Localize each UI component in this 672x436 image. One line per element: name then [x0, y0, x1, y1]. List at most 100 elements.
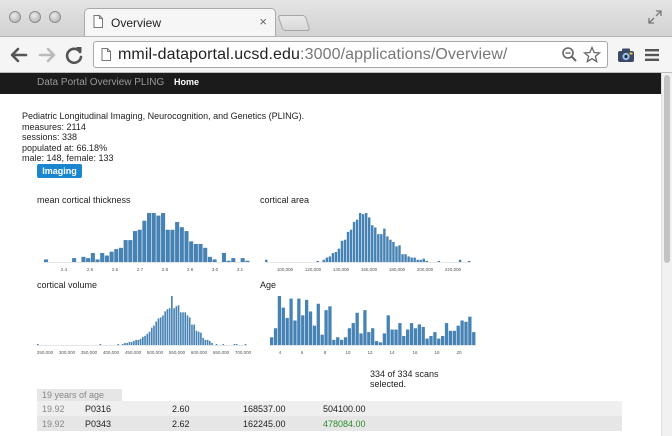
- histogram-bar[interactable]: [433, 332, 437, 345]
- histogram-bar[interactable]: [413, 257, 416, 262]
- histogram-bar[interactable]: [123, 240, 128, 262]
- histogram-bar[interactable]: [198, 243, 203, 262]
- table-row[interactable]: 19.92 P0343 2.62 162245.00 478084.00: [37, 416, 622, 431]
- histogram-bar[interactable]: [189, 241, 194, 262]
- histogram-bar[interactable]: [437, 338, 441, 345]
- histogram-bar[interactable]: [425, 338, 429, 345]
- histogram-bar[interactable]: [328, 256, 332, 262]
- tab-overview[interactable]: Overview ×: [84, 8, 276, 36]
- histogram-bar[interactable]: [157, 318, 160, 345]
- histogram-bar[interactable]: [37, 343, 39, 345]
- histogram-bar[interactable]: [104, 255, 109, 262]
- histogram-bar[interactable]: [343, 337, 348, 345]
- histogram-bar[interactable]: [320, 334, 324, 345]
- histogram-bar[interactable]: [413, 328, 418, 345]
- histogram-bar[interactable]: [202, 337, 204, 345]
- scrollbar-thumb[interactable]: [664, 75, 670, 263]
- histogram-age[interactable]: 4 6 8 10 12 14 16 18 20: [270, 286, 476, 356]
- histogram-bar[interactable]: [456, 325, 460, 345]
- histogram-bar[interactable]: [343, 239, 347, 262]
- histogram-bar[interactable]: [355, 312, 359, 345]
- histogram-bar[interactable]: [468, 316, 472, 345]
- histogram-bar[interactable]: [114, 249, 119, 262]
- histogram-bar[interactable]: [398, 323, 402, 345]
- histogram-bar[interactable]: [137, 229, 142, 262]
- histogram-bar[interactable]: [328, 306, 332, 345]
- histogram-bar[interactable]: [124, 342, 126, 345]
- bookmark-star-icon[interactable]: [582, 45, 602, 64]
- histogram-bar[interactable]: [378, 342, 383, 345]
- histogram-bar[interactable]: [109, 251, 114, 262]
- histogram-bar[interactable]: [421, 326, 425, 345]
- histogram-bar[interactable]: [204, 339, 207, 345]
- histogram-bar[interactable]: [207, 256, 212, 262]
- histogram-bar[interactable]: [332, 339, 336, 345]
- histogram-bar[interactable]: [289, 298, 293, 345]
- histogram-bar[interactable]: [159, 317, 162, 345]
- histogram-bar[interactable]: [155, 321, 158, 345]
- histogram-bar[interactable]: [179, 227, 184, 262]
- histogram-bar[interactable]: [147, 213, 152, 262]
- histogram-bar[interactable]: [368, 217, 371, 262]
- histogram-bar[interactable]: [389, 239, 392, 262]
- histogram-bar[interactable]: [235, 343, 238, 345]
- histogram-bar[interactable]: [304, 299, 309, 345]
- histogram-bar[interactable]: [352, 221, 356, 262]
- histogram-bar[interactable]: [390, 329, 394, 345]
- histogram-bar[interactable]: [270, 337, 274, 345]
- histogram-bar[interactable]: [148, 331, 151, 345]
- histogram-bar[interactable]: [132, 231, 138, 262]
- histogram-bar[interactable]: [173, 308, 175, 345]
- histogram-bar[interactable]: [464, 321, 468, 345]
- histogram-bar[interactable]: [409, 323, 414, 345]
- histogram-bar[interactable]: [100, 252, 105, 262]
- histogram-bar[interactable]: [429, 335, 433, 345]
- histogram-bar[interactable]: [402, 335, 406, 345]
- histogram-bar[interactable]: [277, 296, 282, 345]
- histogram-bar[interactable]: [460, 320, 464, 346]
- histogram-bar[interactable]: [316, 260, 319, 262]
- histogram-bar[interactable]: [168, 308, 171, 345]
- histogram-bar[interactable]: [133, 340, 135, 345]
- histogram-bar[interactable]: [166, 309, 169, 345]
- histogram-bar[interactable]: [386, 315, 390, 345]
- histogram-bar[interactable]: [401, 254, 404, 262]
- histogram-bar[interactable]: [334, 251, 338, 262]
- histogram-bar[interactable]: [448, 330, 453, 345]
- histogram-bar[interactable]: [380, 234, 383, 262]
- histogram-bar[interactable]: [206, 339, 209, 345]
- histogram-bar[interactable]: [358, 213, 362, 262]
- histogram-bar[interactable]: [118, 247, 123, 262]
- histogram-bar[interactable]: [382, 333, 387, 345]
- histogram-bar[interactable]: [281, 307, 285, 345]
- forward-arrow-icon[interactable]: [36, 44, 58, 66]
- histogram-bar[interactable]: [231, 258, 236, 262]
- histogram-bar[interactable]: [331, 253, 335, 262]
- histogram-bar[interactable]: [417, 324, 421, 345]
- histogram-bar[interactable]: [383, 228, 386, 262]
- histogram-bar[interactable]: [233, 343, 236, 345]
- histogram-bar[interactable]: [175, 306, 178, 345]
- histogram-bar[interactable]: [156, 215, 161, 262]
- camera-extension-icon[interactable]: [616, 45, 636, 65]
- histogram-bar[interactable]: [72, 258, 77, 262]
- histogram-bar[interactable]: [377, 234, 380, 262]
- histogram-bar[interactable]: [406, 329, 410, 345]
- tab-close-icon[interactable]: ×: [259, 14, 267, 29]
- navbar-brand[interactable]: Data Portal Overview PLING: [37, 77, 164, 88]
- histogram-bar[interactable]: [162, 315, 164, 345]
- chrome-menu-icon[interactable]: [644, 48, 660, 62]
- histogram-bar[interactable]: [184, 312, 187, 345]
- histogram-cortical-volume[interactable]: 250,000 300,000 350,000 400,000 450,000 500,0…: [37, 286, 252, 356]
- histogram-bar[interactable]: [444, 323, 449, 345]
- histogram-bar[interactable]: [374, 227, 377, 262]
- histogram-bar[interactable]: [144, 335, 146, 345]
- histogram-bar[interactable]: [212, 259, 217, 262]
- histogram-bar[interactable]: [86, 258, 91, 262]
- histogram-bar[interactable]: [151, 213, 156, 262]
- histogram-bar[interactable]: [419, 259, 422, 262]
- nav-home-link[interactable]: Home: [174, 77, 199, 87]
- histogram-bar[interactable]: [374, 341, 379, 345]
- histogram-bar[interactable]: [386, 236, 389, 262]
- histogram-bar[interactable]: [245, 260, 250, 262]
